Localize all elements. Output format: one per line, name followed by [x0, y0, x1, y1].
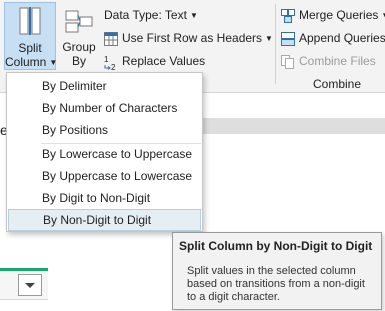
- tooltip-body: Split values in the selected column base…: [187, 265, 365, 303]
- chevron-down-icon: ▼: [189, 10, 198, 20]
- group-by-icon: [65, 10, 93, 34]
- append-queries-button[interactable]: Append Queries▼: [281, 29, 385, 47]
- group-by-button[interactable]: Group By: [58, 2, 100, 70]
- menu-item-by-uppercase-to-lowercase[interactable]: By Uppercase to Lowercase: [8, 165, 201, 187]
- svg-text:1: 1: [104, 55, 109, 64]
- combine-group-label: Combine: [313, 77, 362, 91]
- svg-text:2: 2: [111, 63, 116, 71]
- use-first-row-headers-button[interactable]: Use First Row as Headers ▼: [104, 29, 273, 47]
- menu-item-by-number-of-characters[interactable]: By Number of Characters: [8, 97, 201, 119]
- split-column-label-1: Split: [18, 41, 42, 55]
- tooltip-title: Split Column by Non-Digit to Digit: [179, 239, 373, 253]
- merge-queries-icon: [281, 8, 295, 23]
- combine-files-button[interactable]: Combine Files: [281, 52, 376, 70]
- combine-files-icon: [281, 54, 295, 69]
- menu-item-by-non-digit-to-digit[interactable]: By Non-Digit to Digit: [8, 209, 201, 231]
- menu-item-by-positions[interactable]: By Positions: [8, 119, 201, 141]
- ribbon-separator: [275, 4, 276, 84]
- chevron-down-icon: ▼: [265, 33, 273, 43]
- replace-values-button[interactable]: 1 2 Replace Values: [104, 52, 206, 72]
- append-queries-label: Append Queries: [299, 31, 385, 45]
- menu-item-by-digit-to-non-digit[interactable]: By Digit to Non-Digit: [8, 187, 201, 209]
- data-type-label: Data Type: Text: [104, 8, 187, 22]
- group-by-label-2: By: [71, 54, 86, 68]
- first-row-headers-label: Use First Row as Headers: [122, 31, 263, 45]
- split-column-icon: [18, 7, 42, 35]
- split-column-menu: By Delimiter By Number of Characters By …: [6, 72, 203, 232]
- merge-queries-label: Merge Queries: [299, 8, 379, 22]
- chevron-down-icon: ▼: [49, 57, 58, 67]
- menu-item-by-lowercase-to-uppercase[interactable]: By Lowercase to Uppercase: [8, 143, 201, 165]
- column-filter-dropdown[interactable]: [18, 274, 42, 296]
- tooltip: Split Column by Non-Digit to Digit Split…: [172, 232, 382, 310]
- split-column-label-2: Column ▼: [5, 55, 58, 69]
- merge-queries-button[interactable]: Merge Queries▼: [281, 6, 385, 24]
- formula-bar-strip: [200, 118, 385, 134]
- menu-item-by-delimiter[interactable]: By Delimiter: [8, 75, 201, 97]
- chevron-down-icon: ▼: [381, 11, 385, 20]
- append-queries-icon: [281, 31, 295, 46]
- group-by-label-1: Group: [62, 40, 96, 54]
- replace-values-label: Replace Values: [122, 54, 206, 68]
- combine-files-label: Combine Files: [299, 54, 376, 68]
- table-headers-icon: [104, 31, 118, 46]
- data-type-dropdown[interactable]: Data Type: Text ▼: [104, 6, 198, 24]
- split-column-button[interactable]: Split Column ▼: [4, 2, 58, 70]
- replace-values-icon: 1 2: [104, 55, 118, 72]
